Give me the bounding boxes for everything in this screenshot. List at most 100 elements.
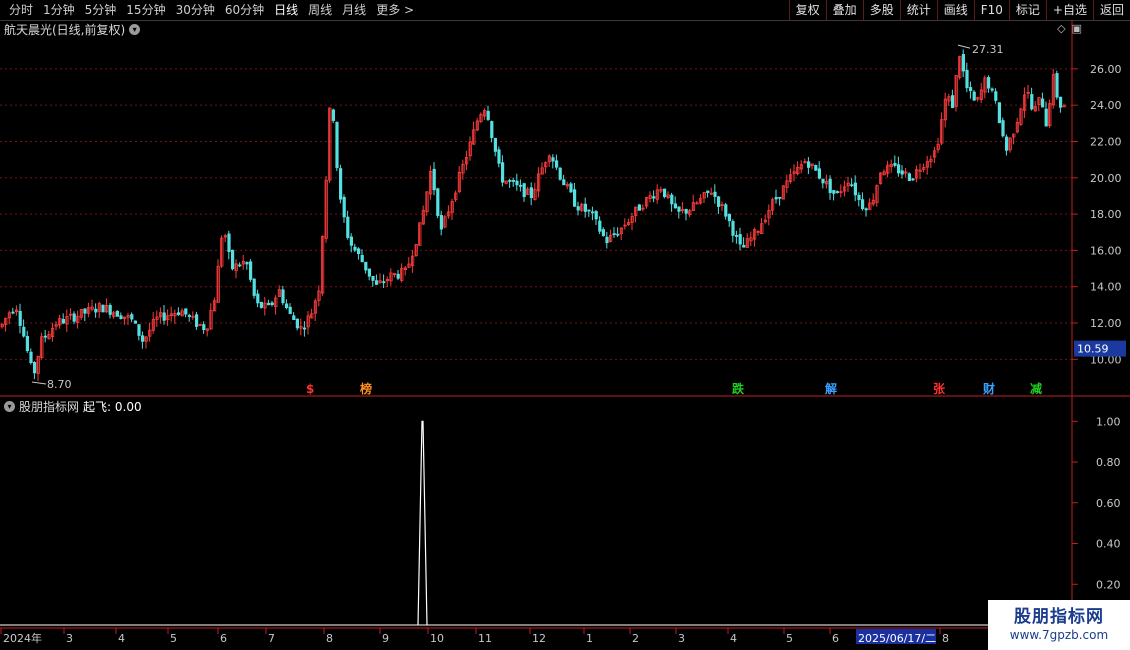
candle-body	[1033, 106, 1037, 112]
candle-body	[216, 265, 220, 303]
stock-chart[interactable]: 26.00 24.00 22.00 20.00 18.00 16.00 14.00 12.00…	[0, 0, 1130, 650]
candle-body	[825, 180, 829, 185]
candle-body	[317, 290, 321, 301]
tool-button-7[interactable]: +自选	[1045, 0, 1093, 20]
period-tab-7[interactable]: 周线	[303, 0, 337, 20]
watermark-logo: 股朋指标网 www.7gpzb.com	[988, 600, 1130, 650]
candle-body	[907, 173, 912, 181]
candle-body	[713, 191, 717, 197]
period-tab-2[interactable]: 5分钟	[80, 0, 122, 20]
time-tick-label: 3	[678, 632, 685, 645]
candle-body	[241, 261, 245, 265]
candle-body	[274, 297, 278, 308]
candle-body	[306, 315, 310, 328]
candle-body	[151, 319, 155, 331]
candle-body	[555, 160, 559, 168]
candle-body	[472, 129, 476, 145]
tool-button-3[interactable]: 统计	[899, 0, 937, 20]
candle-body	[987, 77, 991, 89]
candle-body	[731, 221, 735, 236]
candle-body	[4, 317, 8, 325]
candle-body	[137, 324, 141, 336]
period-tab-5[interactable]: 60分钟	[220, 0, 269, 20]
time-tick-label: 8	[942, 632, 949, 645]
price-tick-label: 20.00	[1090, 172, 1122, 185]
period-tab-9[interactable]: 更多 >	[371, 0, 419, 20]
high-label: 27.31	[972, 43, 1004, 56]
chevron-down-icon[interactable]: ▾	[4, 401, 15, 412]
candle-body	[428, 170, 433, 195]
candle-body	[807, 161, 811, 168]
candle-body	[234, 263, 238, 271]
candle-body	[965, 69, 969, 89]
candle-body	[785, 180, 789, 188]
candle-body	[461, 163, 465, 174]
candle-body	[717, 196, 721, 207]
watermark-title: 股朋指标网	[1014, 607, 1104, 627]
candle-body	[832, 190, 836, 194]
candle-body	[209, 310, 213, 330]
candle-body	[515, 180, 519, 186]
candle-body	[212, 300, 217, 312]
candle-body	[338, 168, 343, 200]
candle-body	[724, 204, 728, 217]
tool-button-1[interactable]: 叠加	[825, 0, 863, 20]
candle-body	[389, 272, 393, 282]
period-tab-3[interactable]: 15分钟	[121, 0, 170, 20]
candle-body	[378, 280, 382, 283]
candle-body	[792, 171, 796, 174]
candle-body	[1015, 121, 1020, 133]
tool-button-8[interactable]: 返回	[1092, 0, 1130, 20]
time-tick-label: 6	[832, 632, 839, 645]
tool-button-0[interactable]: 复权	[788, 0, 826, 20]
candle-body	[598, 220, 602, 232]
indicator-tick-label: 0.80	[1096, 456, 1121, 469]
candle-body	[551, 157, 555, 162]
low-label: 8.70	[47, 378, 72, 391]
candle-body	[691, 202, 696, 211]
candle-body	[133, 320, 137, 324]
candle-body	[230, 249, 235, 270]
period-tab-4[interactable]: 30分钟	[171, 0, 220, 20]
tool-button-2[interactable]: 多股	[862, 0, 900, 20]
candle-body	[479, 114, 483, 122]
candle-body	[281, 289, 285, 304]
diamond-icon[interactable]: ◇	[1057, 22, 1065, 35]
candle-body	[443, 216, 447, 228]
candle-body	[410, 255, 415, 267]
candle-body	[875, 185, 879, 203]
event-marker: 榜	[360, 381, 372, 396]
candle-body	[1012, 133, 1016, 138]
candle-body	[519, 184, 523, 187]
chevron-down-icon[interactable]: ▾	[129, 24, 141, 35]
candle-body	[464, 157, 469, 165]
candle-body	[508, 179, 512, 182]
tool-button-5[interactable]: F10	[973, 0, 1009, 20]
candle-body	[821, 178, 825, 184]
split-icon[interactable]: ▣	[1072, 22, 1082, 35]
period-tab-8[interactable]: 月线	[337, 0, 371, 20]
time-tick-label: 5	[786, 632, 793, 645]
time-tick-label: 4	[118, 632, 125, 645]
candle-body	[194, 314, 199, 327]
candle-body	[400, 268, 404, 281]
tool-button-4[interactable]: 画线	[936, 0, 974, 20]
period-tab-1[interactable]: 1分钟	[38, 0, 80, 20]
current-price-badge	[1074, 340, 1126, 357]
candle-body	[191, 315, 195, 318]
period-tab-6[interactable]: 日线	[269, 0, 303, 20]
candle-body	[533, 188, 537, 200]
tool-button-6[interactable]: 标记	[1008, 0, 1046, 20]
candle-body	[25, 336, 30, 352]
toolbar: 分时 1分钟 5分钟 15分钟 30分钟 60分钟 日线 周线 月线 更多 > 复权 叠加 多股 统计画…	[0, 0, 1130, 21]
period-tab-0[interactable]: 分时	[4, 0, 38, 20]
time-tick-label: 4	[730, 632, 737, 645]
indicator-tick-label: 0.40	[1096, 538, 1121, 551]
candle-body	[382, 281, 386, 284]
candle-body	[684, 209, 688, 214]
indicator-tick-label: 1.00	[1096, 415, 1121, 428]
candle-body	[349, 236, 354, 246]
candle-body	[245, 262, 249, 265]
candle-body	[925, 161, 930, 168]
candle-body	[112, 312, 116, 317]
